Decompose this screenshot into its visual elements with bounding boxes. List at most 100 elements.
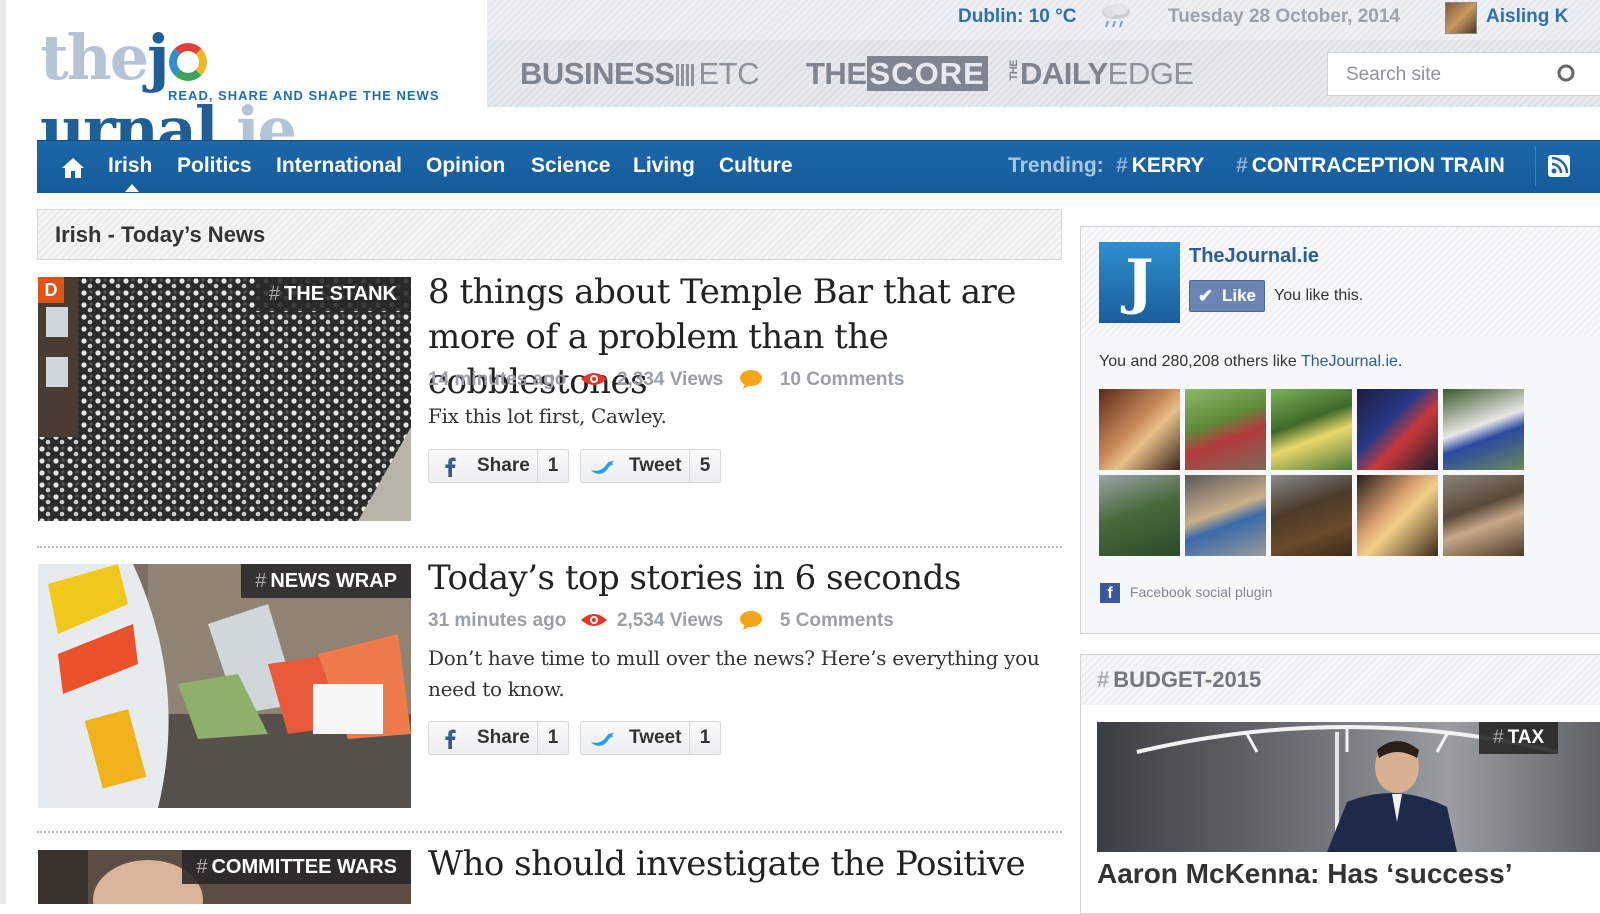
budget-box-title[interactable]: # BUDGET-2015 bbox=[1097, 667, 1261, 693]
article-views: 2,334 Views bbox=[616, 369, 724, 390]
article-tag-label: COMMITTEE WARS bbox=[211, 856, 397, 878]
budget-tag-label: TAX bbox=[1507, 727, 1545, 748]
tweet-button[interactable]: Tweet 5 bbox=[580, 449, 721, 483]
article-tag[interactable]: # NEWS WRAP bbox=[241, 564, 411, 598]
dailyedge-link[interactable]: THEDAILYEDGE bbox=[1008, 56, 1194, 92]
logo-the: the bbox=[40, 21, 149, 94]
crowd-photo bbox=[38, 277, 411, 521]
facebook-share-button[interactable]: Share 1 bbox=[428, 721, 569, 755]
facebook-plugin-label[interactable]: Facebook social plugin bbox=[1130, 584, 1272, 600]
fan-count-suffix: . bbox=[1397, 353, 1403, 370]
dailyedge-light: EDGE bbox=[1107, 56, 1194, 91]
dailyedge-bold: DAILY bbox=[1020, 56, 1108, 91]
hash-icon: # bbox=[1116, 154, 1128, 177]
search-icon[interactable] bbox=[1555, 62, 1577, 84]
facebook-fan-avatar[interactable] bbox=[1099, 475, 1180, 556]
hash-icon: # bbox=[1236, 154, 1248, 177]
thejournal-page-logo[interactable]: J bbox=[1099, 242, 1180, 323]
nav-item-irish[interactable]: Irish bbox=[108, 154, 152, 178]
facebook-like-button[interactable]: ✔ Like bbox=[1189, 280, 1265, 312]
main-nav-bar: Irish Politics International Opinion Sci… bbox=[37, 140, 1600, 193]
article-comments-link[interactable]: 10 Comments bbox=[780, 369, 905, 390]
article-headline[interactable]: Today’s top stories in 6 seconds bbox=[428, 556, 1068, 601]
fan-count-page-link[interactable]: TheJournal.ie bbox=[1301, 353, 1398, 370]
nav-item-international[interactable]: International bbox=[276, 154, 402, 178]
hash-icon: # bbox=[1493, 727, 1504, 748]
facebook-fan-avatar[interactable] bbox=[1185, 389, 1266, 470]
share-count: 1 bbox=[537, 450, 568, 482]
bars-icon bbox=[676, 64, 697, 86]
tweet-label: Tweet bbox=[629, 455, 682, 476]
article-meta: 14 minutes ago 2,334 Views 10 Comments bbox=[428, 369, 904, 391]
article-thumbnail[interactable]: # NEWS WRAP bbox=[38, 564, 411, 808]
facebook-icon: f bbox=[1100, 583, 1120, 603]
nav-item-culture[interactable]: Culture bbox=[719, 154, 793, 178]
tweet-button[interactable]: Tweet 1 bbox=[580, 721, 721, 755]
trending-item-kerry[interactable]: # KERRY bbox=[1116, 154, 1204, 178]
comment-bubble-icon[interactable] bbox=[739, 610, 763, 630]
facebook-fan-avatar[interactable] bbox=[1357, 475, 1438, 556]
facebook-fan-avatar[interactable] bbox=[1443, 475, 1524, 556]
site-logo[interactable]: thejurnal.ie READ, SHARE AND SHAPE THE N… bbox=[40, 21, 460, 166]
like-label: Like bbox=[1222, 286, 1257, 305]
facebook-icon bbox=[445, 729, 456, 749]
nav-item-living[interactable]: Living bbox=[633, 154, 695, 178]
rss-icon[interactable] bbox=[1545, 152, 1573, 180]
facebook-share-button[interactable]: Share 1 bbox=[428, 449, 569, 483]
article-headline[interactable]: Who should investigate the Positive bbox=[428, 842, 1068, 887]
budget-article-headline[interactable]: Aaron McKenna: Has ‘success’ bbox=[1097, 858, 1513, 890]
businessetc-light: ETC bbox=[698, 56, 759, 91]
nav-item-science[interactable]: Science bbox=[531, 154, 610, 178]
businessetc-bold: BUSINESS bbox=[520, 56, 675, 91]
facebook-fan-avatar[interactable] bbox=[1099, 389, 1180, 470]
budget-article-tag[interactable]: # TAX bbox=[1479, 722, 1559, 754]
logo-j: j bbox=[147, 21, 169, 94]
facebook-fan-avatar[interactable] bbox=[1443, 389, 1524, 470]
article-tag-label: THE STANK bbox=[284, 283, 397, 305]
tweet-count: 1 bbox=[689, 722, 720, 754]
nav-item-politics[interactable]: Politics bbox=[177, 154, 252, 178]
fan-count-text: You and 280,208 others like bbox=[1099, 353, 1301, 370]
facebook-page-name[interactable]: TheJournal.ie bbox=[1189, 245, 1319, 268]
weather-text[interactable]: Dublin: 10 °C bbox=[958, 6, 1076, 28]
article-views: 2,534 Views bbox=[616, 610, 724, 631]
search-input[interactable] bbox=[1344, 62, 1548, 88]
nav-active-indicator bbox=[125, 184, 139, 192]
facebook-icon bbox=[445, 457, 456, 477]
logo-tagline: READ, SHARE AND SHAPE THE NEWS bbox=[168, 88, 440, 103]
trending-item-contraception-train[interactable]: # CONTRACEPTION TRAIN bbox=[1236, 154, 1505, 178]
home-icon[interactable] bbox=[60, 155, 86, 181]
user-avatar[interactable] bbox=[1445, 2, 1477, 34]
article-comments-link[interactable]: 5 Comments bbox=[780, 610, 894, 631]
article-summary: Don’t have time to mull over the news? H… bbox=[428, 646, 1040, 701]
user-name-link[interactable]: Aisling K bbox=[1486, 6, 1568, 28]
share-label: Share bbox=[477, 455, 530, 476]
facebook-fan-avatar[interactable] bbox=[1271, 389, 1352, 470]
article-time: 14 minutes ago bbox=[428, 369, 567, 390]
rain-cloud-icon bbox=[1102, 3, 1130, 28]
thescore-link[interactable]: THESCORE bbox=[806, 56, 988, 92]
hash-icon: # bbox=[196, 856, 208, 878]
businessetc-link[interactable]: BUSINESS ETC bbox=[520, 56, 759, 92]
trending-item-label: KERRY bbox=[1131, 154, 1205, 177]
article-tag[interactable]: # THE STANK bbox=[254, 277, 411, 311]
nav-item-opinion[interactable]: Opinion bbox=[426, 154, 505, 178]
views-eye-icon bbox=[580, 614, 607, 626]
article-thumbnail[interactable]: D # THE STANK bbox=[38, 277, 411, 521]
article-tag[interactable]: # COMMITTEE WARS bbox=[182, 850, 411, 884]
trending-item-label: CONTRACEPTION TRAIN bbox=[1251, 154, 1505, 177]
facebook-fan-avatar[interactable] bbox=[1271, 475, 1352, 556]
logo-o-ring-icon bbox=[168, 43, 207, 81]
section-title: Irish - Today’s News bbox=[55, 222, 266, 247]
current-date: Tuesday 28 October, 2014 bbox=[1168, 6, 1400, 27]
comment-bubble-icon[interactable] bbox=[739, 369, 763, 389]
share-count: 1 bbox=[537, 722, 568, 754]
trending-label: Trending: bbox=[1008, 154, 1104, 177]
article-thumbnail[interactable]: # COMMITTEE WARS bbox=[38, 850, 411, 904]
facebook-fan-count: You and 280,208 others like TheJournal.i… bbox=[1099, 353, 1402, 371]
facebook-you-like-text: You like this. bbox=[1274, 287, 1364, 304]
facebook-fan-avatar[interactable] bbox=[1185, 475, 1266, 556]
nav-divider bbox=[1535, 146, 1536, 186]
facebook-fan-avatar[interactable] bbox=[1357, 389, 1438, 470]
dailyedge-badge: D bbox=[38, 277, 64, 303]
